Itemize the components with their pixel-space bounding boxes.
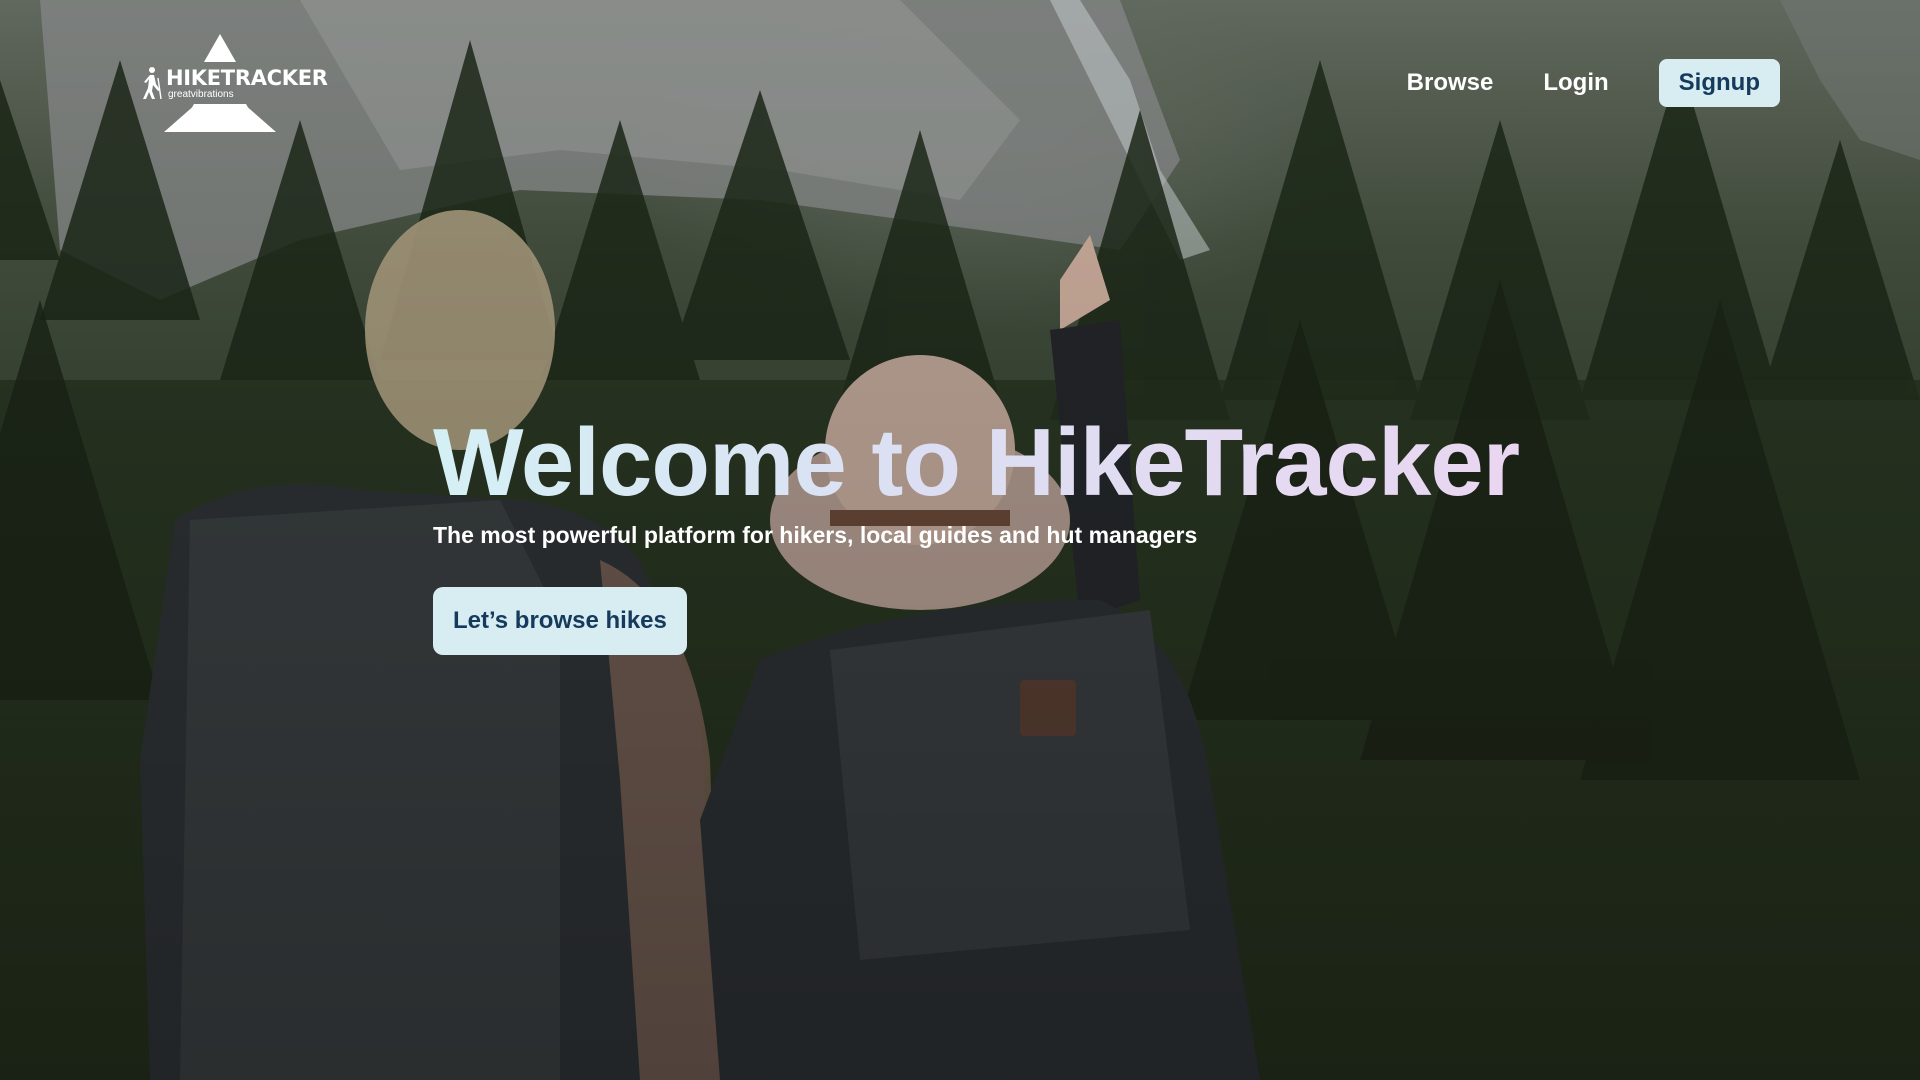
top-navbar: HIKETRACKER greatvibrations Browse Login… [0,0,1920,160]
hero-section: Welcome to HikeTracker The most powerful… [433,408,1520,655]
hiker-icon [143,67,162,100]
brand-tagline: greatvibrations [168,89,234,100]
browse-hikes-button[interactable]: Let’s browse hikes [433,587,687,655]
brand-name: HIKETRACKER [166,66,328,90]
brand-logo[interactable]: HIKETRACKER greatvibrations [136,30,328,140]
hero-subtitle: The most powerful platform for hikers, l… [433,522,1198,548]
signup-button[interactable]: Signup [1658,59,1780,107]
nav-browse-link[interactable]: Browse [1407,69,1494,97]
nav-login-link[interactable]: Login [1543,69,1608,97]
nav-links: Browse Login Signup [1407,59,1780,107]
hero-title: Welcome to HikeTracker [433,409,1520,516]
